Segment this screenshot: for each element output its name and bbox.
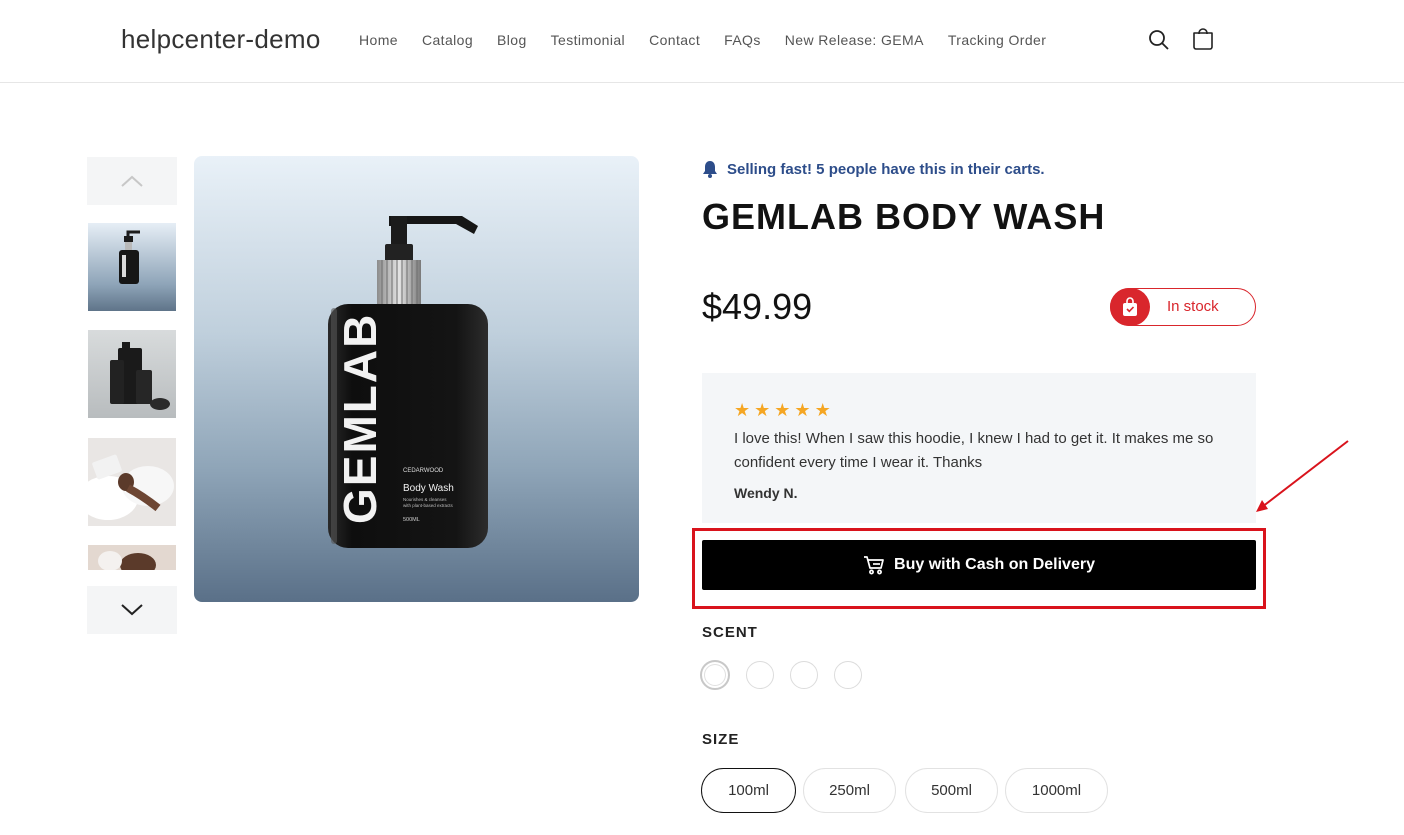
size-option-250ml[interactable]: 250ml: [803, 768, 896, 813]
selling-fast-text: Selling fast! 5 people have this in thei…: [727, 160, 1045, 178]
buy-cash-on-delivery-button[interactable]: Buy with Cash on Delivery: [702, 540, 1256, 590]
star-icon: ★: [814, 400, 831, 420]
svg-text:500ML: 500ML: [403, 517, 420, 523]
svg-text:Body Wash: Body Wash: [403, 483, 454, 494]
svg-text:with plant-based extracts: with plant-based extracts: [403, 503, 454, 508]
review-text: I love this! When I saw this hoodie, I k…: [734, 430, 1214, 471]
nav-home[interactable]: Home: [359, 32, 398, 48]
svg-text:GEMLAB: GEMLAB: [334, 313, 386, 524]
scent-swatch-2[interactable]: [746, 661, 774, 689]
size-option-100ml[interactable]: 100ml: [701, 768, 796, 813]
bell-icon: [703, 161, 717, 178]
thumbnail-3[interactable]: [88, 438, 176, 526]
size-label: SIZE: [702, 731, 740, 748]
site-header: helpcenter-demo Home Catalog Blog Testim…: [0, 0, 1404, 83]
search-icon[interactable]: [1147, 28, 1171, 52]
stock-status-text: In stock: [1167, 298, 1219, 315]
nav-new-release[interactable]: New Release: GEMA: [785, 32, 924, 48]
annotation-arrow: [1256, 440, 1349, 512]
review-author: Wendy N.: [734, 485, 798, 501]
star-icon: ★: [794, 400, 811, 420]
site-brand[interactable]: helpcenter-demo: [121, 24, 321, 55]
scent-swatch-1[interactable]: [700, 660, 730, 690]
main-product-image[interactable]: GEMLAB CEDARWOOD Body Wash Nourishes & c…: [194, 156, 639, 602]
scent-label: SCENT: [702, 624, 758, 641]
size-option-500ml[interactable]: 500ml: [905, 768, 998, 813]
product-title: GEMLAB BODY WASH: [702, 196, 1106, 237]
nav-catalog[interactable]: Catalog: [422, 32, 473, 48]
buy-cash-on-delivery-label: Buy with Cash on Delivery: [894, 556, 1095, 573]
nav-tracking-order[interactable]: Tracking Order: [948, 32, 1046, 48]
thumbnail-2[interactable]: [88, 330, 176, 418]
cart-icon[interactable]: [1191, 28, 1215, 52]
star-icon: ★: [754, 400, 771, 420]
nav-contact[interactable]: Contact: [649, 32, 700, 48]
body-wash-bottle-image: GEMLAB CEDARWOOD Body Wash Nourishes & c…: [328, 216, 488, 548]
svg-text:CEDARWOOD: CEDARWOOD: [403, 468, 444, 474]
svg-text:Nourishes & cleanses: Nourishes & cleanses: [403, 497, 447, 502]
review-card: ★ ★ ★ ★ ★ I love this! When I saw this h…: [702, 373, 1256, 523]
star-rating: ★ ★ ★ ★ ★: [734, 401, 835, 419]
selling-fast-notice: Selling fast! 5 people have this in thei…: [702, 160, 1045, 178]
stock-status-badge: In stock: [1110, 288, 1256, 326]
scent-swatch-4[interactable]: [834, 661, 862, 689]
star-icon: ★: [734, 400, 751, 420]
nav-blog[interactable]: Blog: [497, 32, 527, 48]
product-price: $49.99: [702, 286, 813, 327]
cart-icon: [864, 556, 884, 575]
thumbnail-1[interactable]: [88, 223, 176, 311]
size-option-1000ml[interactable]: 1000ml: [1005, 768, 1108, 813]
main-nav: Home Catalog Blog Testimonial Contact FA…: [359, 32, 1070, 48]
shopping-bag-icon: [1110, 288, 1150, 326]
thumbnail-prev-button[interactable]: [87, 157, 177, 205]
thumbnail-4[interactable]: [88, 545, 176, 570]
nav-faqs[interactable]: FAQs: [724, 32, 761, 48]
thumbnail-next-button[interactable]: [87, 586, 177, 634]
star-icon: ★: [774, 400, 791, 420]
nav-testimonial[interactable]: Testimonial: [551, 32, 625, 48]
scent-swatch-3[interactable]: [790, 661, 818, 689]
